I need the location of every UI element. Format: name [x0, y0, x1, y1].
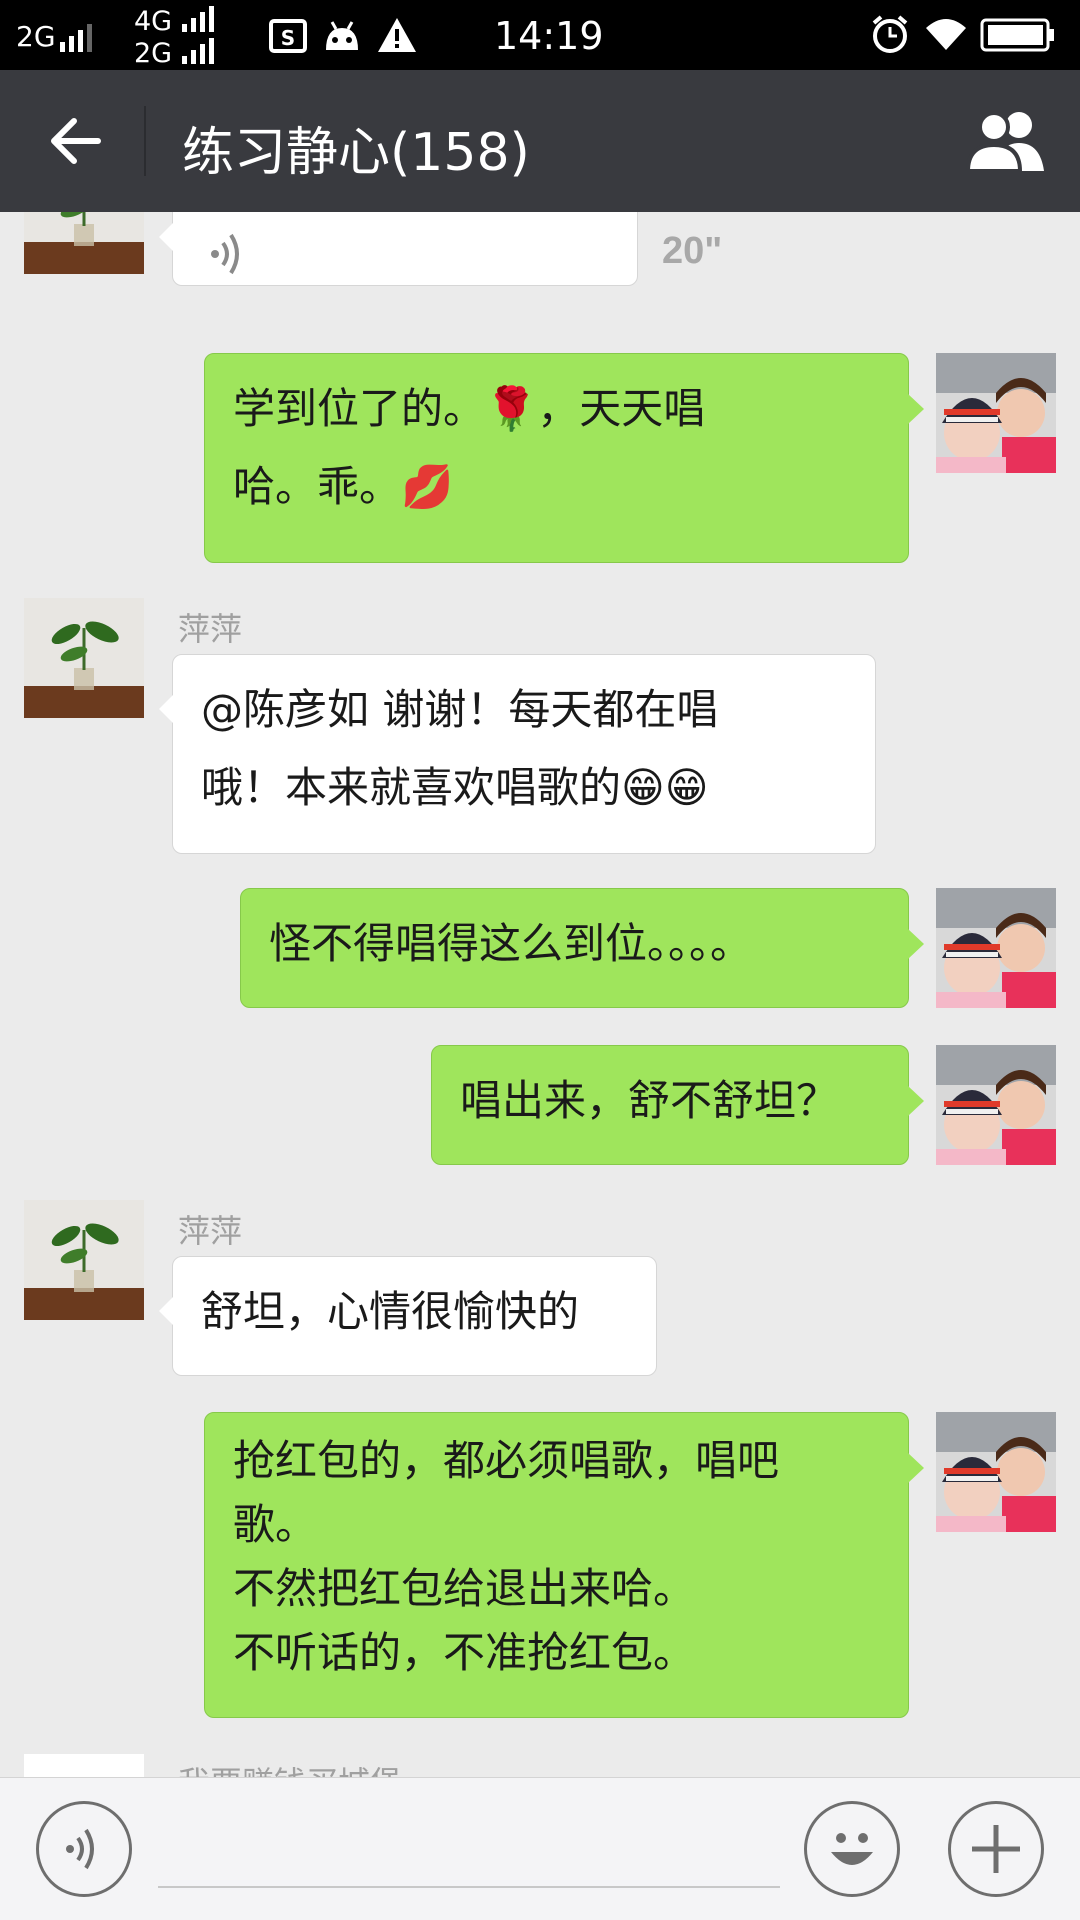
message-line: 歌。 [233, 1500, 318, 1549]
status-bar: 2G 4G 2G S 14:19 [0, 0, 1080, 70]
signal-strength-2a-icon [182, 6, 214, 32]
avatar-self[interactable] [936, 1045, 1056, 1165]
avatar-self[interactable] [936, 888, 1056, 1008]
warning-icon [376, 16, 418, 58]
message-bubble-other[interactable]: 舒坦，心情很愉快的 [159, 1256, 657, 1376]
wifi-icon [924, 16, 968, 56]
signal-strength-2b-icon [182, 38, 214, 64]
avatar-plant[interactable] [24, 1200, 144, 1320]
avatar-plant[interactable] [24, 212, 144, 274]
message-bubble-self[interactable]: 怪不得唱得这么到位。。。。 [240, 888, 924, 1008]
input-bar [0, 1777, 1080, 1920]
message-line: 哦！本来就喜欢唱歌的😁😁 [201, 763, 709, 812]
message-line: 抢红包的，都必须唱歌，唱吧 [233, 1436, 780, 1485]
voice-message-bubble[interactable] [159, 212, 638, 286]
message-bubble-self[interactable]: 抢红包的，都必须唱歌，唱吧 歌。 不然把红包给退出来哈。 不听话的，不准抢红包。 [204, 1412, 924, 1718]
message-bubble-other[interactable]: @陈彦如 谢谢！每天都在唱 哦！本来就喜欢唱歌的😁😁 [159, 654, 876, 854]
message-line: 不听话的，不准抢红包。 [233, 1628, 696, 1677]
message-line: @陈彦如 谢谢！每天都在唱 [201, 685, 719, 734]
message-line: 不然把红包给退出来哈。 [233, 1564, 696, 1613]
message-bubble-self[interactable]: 唱出来，舒不舒坦？ [431, 1045, 924, 1165]
sender-name: 萍萍 [178, 1212, 243, 1250]
group-members-icon [965, 111, 1044, 173]
chat-title: 练习静心(158) [182, 123, 530, 183]
android-debug-icon [322, 18, 362, 58]
emoji-icon [831, 1833, 873, 1865]
signal-strength-1-icon [60, 24, 92, 52]
avatar-partial[interactable] [24, 1754, 144, 1777]
network-type-2-top: 4G [134, 6, 173, 37]
back-arrow-icon [51, 118, 101, 164]
battery-icon [980, 18, 1056, 56]
chat-header: 练习静心(158) [0, 70, 1080, 212]
group-info-button[interactable] [958, 96, 1054, 186]
avatar-self[interactable] [936, 1412, 1056, 1532]
message-list[interactable]: 20" 学到位了的。🌹，天天唱 哈。乖。💋 萍萍 @陈彦如 谢谢！每天都在唱 哦… [0, 212, 1080, 1777]
voice-input-button[interactable] [36, 1801, 132, 1897]
message-bubble-self[interactable]: 学到位了的。🌹，天天唱 哈。乖。💋 [204, 353, 924, 563]
emoji-button[interactable] [804, 1801, 900, 1897]
back-button[interactable] [30, 100, 120, 182]
clock: 14:19 [494, 14, 604, 58]
more-button[interactable] [948, 1801, 1044, 1897]
message-line: 舒坦，心情很愉快的 [201, 1287, 580, 1336]
header-divider [144, 106, 146, 176]
svg-text:S: S [281, 26, 295, 50]
sender-name: 我要赚钱买城堡 [178, 1758, 402, 1777]
alarm-icon [870, 14, 910, 58]
message-line: 哈。乖。💋 [233, 462, 454, 511]
sender-name: 萍萍 [178, 610, 243, 648]
voice-input-icon [66, 1828, 94, 1870]
avatar-self[interactable] [936, 353, 1056, 473]
message-line: 怪不得唱得这么到位。。。。 [269, 919, 753, 968]
plus-icon [972, 1825, 1020, 1873]
avatar-plant[interactable] [24, 598, 144, 718]
message-input[interactable] [158, 1816, 780, 1888]
sim-card-icon: S [268, 18, 308, 58]
network-type-2-bottom: 2G [134, 38, 173, 69]
voice-wave-icon [211, 233, 239, 275]
message-line: 学到位了的。🌹，天天唱 [233, 384, 706, 433]
network-type-1: 2G [16, 20, 56, 53]
voice-duration: 20" [662, 230, 723, 272]
message-line: 唱出来，舒不舒坦？ [460, 1076, 839, 1125]
